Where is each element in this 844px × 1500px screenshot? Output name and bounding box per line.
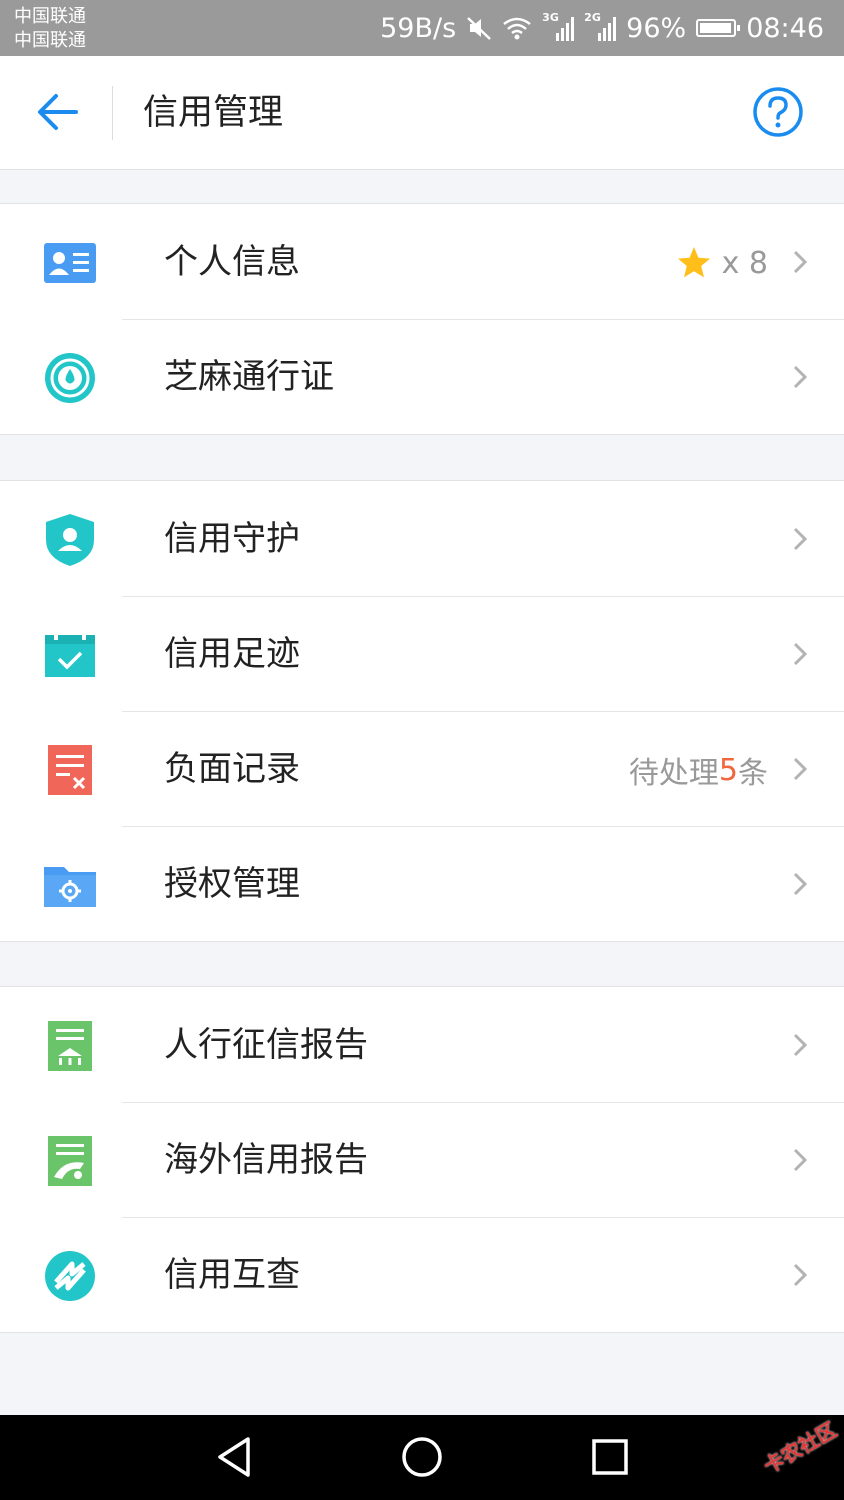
record-x-icon [48, 745, 92, 795]
carrier-2: 中国联通 [14, 30, 86, 51]
chevron-right-icon [793, 250, 808, 274]
folder-gear-icon [44, 867, 96, 907]
sesame-pass-icon [45, 353, 95, 403]
item-label: 芝麻通行证 [164, 357, 334, 397]
id-card-icon [44, 243, 96, 283]
home-circle-icon[interactable] [400, 1435, 444, 1479]
chevron-right-icon [793, 1033, 808, 1057]
pending-suffix: 条 [738, 756, 768, 791]
list-item-pboc-report[interactable]: 人行征信报告 [0, 987, 844, 1102]
item-label: 信用足迹 [164, 634, 300, 674]
wifi-icon [503, 17, 531, 40]
chevron-right-icon [793, 642, 808, 666]
list-item-negative-records[interactable]: 负面记录 待处理 5 条 [0, 711, 844, 826]
shield-user-icon [46, 514, 94, 566]
back-triangle-icon[interactable] [212, 1435, 256, 1479]
overseas-report-icon [48, 1136, 92, 1186]
list-item-credit-guard[interactable]: 信用守护 [0, 481, 844, 596]
item-label: 信用守护 [164, 519, 300, 559]
status-indicators: 59B/s 3G 2G 96% 08:46 [380, 0, 824, 56]
rating-count: x 8 [721, 245, 768, 281]
item-label: 授权管理 [164, 864, 300, 904]
list-item-personal-info[interactable]: 个人信息 x 8 [0, 204, 844, 319]
credit-group-3: 人行征信报告 海外信用报告 信用互查 [0, 986, 844, 1333]
network-speed: 59B/s [380, 12, 457, 44]
mutual-check-icon [45, 1251, 95, 1301]
header-divider [112, 86, 113, 140]
chevron-right-icon [793, 1148, 808, 1172]
credit-group-1: 个人信息 x 8 芝麻通行证 [0, 203, 844, 435]
system-nav-bar [0, 1415, 844, 1500]
item-label: 信用互查 [164, 1255, 300, 1295]
status-bar: 中国联通 中国联通 59B/s 3G 2G 96% 08:46 [0, 0, 844, 56]
list-item-overseas-report[interactable]: 海外信用报告 [0, 1102, 844, 1217]
chevron-right-icon [793, 872, 808, 896]
battery-icon [696, 19, 741, 37]
chevron-right-icon [793, 527, 808, 551]
help-icon[interactable] [752, 86, 804, 138]
star-icon [677, 247, 710, 278]
signal-2-icon: 2G [584, 11, 617, 41]
item-label: 个人信息 [164, 242, 300, 282]
mute-icon [467, 17, 492, 40]
carrier-1: 中国联通 [14, 6, 86, 27]
list-item-authorization[interactable]: 授权管理 [0, 826, 844, 941]
list-item-credit-footprint[interactable]: 信用足迹 [0, 596, 844, 711]
signal-1-icon: 3G [542, 11, 575, 41]
pending-number: 5 [718, 752, 738, 788]
item-label: 人行征信报告 [164, 1025, 368, 1065]
back-arrow-icon[interactable] [36, 92, 78, 132]
bank-report-icon [48, 1021, 92, 1071]
clock: 08:46 [746, 12, 824, 44]
list-item-mutual-check[interactable]: 信用互查 [0, 1217, 844, 1332]
credit-group-2: 信用守护 信用足迹 负面记录 待处理 5 条 授权管理 [0, 480, 844, 942]
item-rating: x 8 [676, 240, 768, 286]
chevron-right-icon [793, 757, 808, 781]
chevron-right-icon [793, 1263, 808, 1287]
recents-square-icon[interactable] [588, 1435, 632, 1479]
page-title: 信用管理 [143, 93, 284, 133]
battery-percent: 96% [626, 12, 687, 44]
list-item-sesame-pass[interactable]: 芝麻通行证 [0, 319, 844, 434]
pending-count: 待处理 5 条 [629, 747, 768, 793]
item-label: 海外信用报告 [164, 1140, 368, 1180]
calendar-check-icon [45, 630, 95, 677]
pending-prefix: 待处理 [628, 756, 719, 791]
app-header: 信用管理 [0, 56, 844, 170]
carrier-info: 中国联通 中国联通 [14, 5, 86, 53]
chevron-right-icon [793, 365, 808, 389]
item-label: 负面记录 [164, 749, 300, 789]
